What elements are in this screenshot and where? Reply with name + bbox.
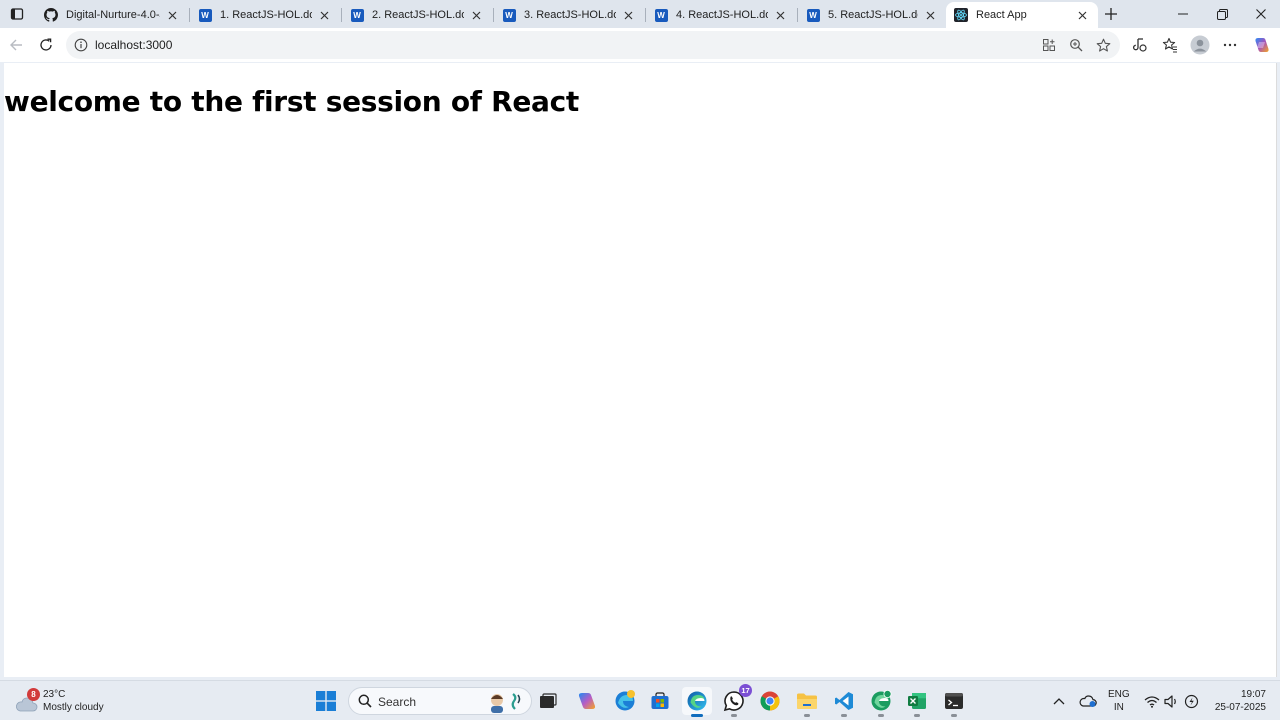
edge-profile-icon[interactable] bbox=[866, 687, 896, 717]
new-tab-icon[interactable] bbox=[1100, 4, 1122, 24]
running-indicator bbox=[731, 714, 737, 717]
active-indicator bbox=[691, 714, 703, 717]
profile-avatar[interactable] bbox=[1189, 34, 1211, 56]
word-icon: W bbox=[654, 8, 668, 22]
tab-doc-1[interactable]: W 1. ReactJS-HOL.docx bbox=[190, 2, 340, 28]
search-icon bbox=[358, 694, 372, 708]
region-code: IN bbox=[1113, 702, 1124, 713]
notification-count: 17 bbox=[739, 684, 752, 697]
running-indicator bbox=[804, 714, 810, 717]
word-icon: W bbox=[350, 8, 364, 22]
weather-widget[interactable]: 8 23°C Mostly cloudy bbox=[14, 686, 104, 716]
running-indicator bbox=[878, 714, 884, 717]
tab-title: 1. ReactJS-HOL.docx bbox=[220, 9, 312, 21]
tab-title: React App bbox=[976, 9, 1027, 21]
close-tab-icon[interactable] bbox=[1074, 7, 1090, 23]
minimize-icon[interactable] bbox=[1164, 2, 1202, 26]
chrome-icon[interactable] bbox=[755, 687, 785, 715]
show-hidden-icons-chevron-icon[interactable] bbox=[1047, 687, 1071, 715]
cloud-icon: 8 bbox=[14, 688, 40, 712]
search-label: Search bbox=[378, 695, 417, 709]
tab-doc-3[interactable]: W 3. ReactJS-HOL.docx bbox=[494, 2, 644, 28]
close-window-icon[interactable] bbox=[1242, 2, 1280, 26]
back-arrow-icon[interactable] bbox=[4, 33, 28, 57]
taskbar-search[interactable]: Search bbox=[348, 687, 532, 715]
windows-taskbar: 8 23°C Mostly cloudy Search 17 ENG IN 19… bbox=[0, 680, 1280, 720]
tab-title: 4. ReactJS-HOL.docx bbox=[676, 9, 768, 21]
close-tab-icon[interactable] bbox=[316, 7, 332, 23]
react-icon bbox=[954, 8, 968, 22]
edge-dev-icon[interactable] bbox=[610, 687, 640, 715]
clock-date: 25-07-2025 bbox=[1214, 702, 1266, 713]
tab-strip: Digital-Nurture-4.0-Jav W 1. ReactJS-HOL… bbox=[0, 0, 1280, 28]
weather-condition: Mostly cloudy bbox=[43, 702, 104, 713]
zoom-icon[interactable] bbox=[1067, 36, 1085, 54]
page-viewport: welcome to the first session of React bbox=[4, 63, 1277, 677]
copilot-icon[interactable] bbox=[572, 687, 602, 715]
tab-react-app[interactable]: React App bbox=[946, 2, 1098, 28]
copilot-icon[interactable] bbox=[1251, 34, 1273, 56]
tab-github[interactable]: Digital-Nurture-4.0-Jav bbox=[36, 2, 188, 28]
system-clock[interactable]: 19:07 25-07-2025 bbox=[1215, 688, 1266, 714]
close-tab-icon[interactable] bbox=[164, 7, 180, 23]
browser-essentials-icon[interactable] bbox=[1129, 34, 1151, 56]
word-icon: W bbox=[198, 8, 212, 22]
restore-icon[interactable] bbox=[1203, 2, 1241, 26]
running-indicator bbox=[841, 714, 847, 717]
windows-start-icon[interactable] bbox=[313, 689, 339, 713]
app-available-icon[interactable] bbox=[1040, 36, 1058, 54]
close-tab-icon[interactable] bbox=[620, 7, 636, 23]
refresh-icon[interactable] bbox=[34, 33, 58, 57]
whatsapp-icon[interactable]: 17 bbox=[719, 684, 752, 717]
weather-temp: 23°C bbox=[43, 689, 66, 700]
battery-icon[interactable] bbox=[1180, 687, 1202, 715]
close-tab-icon[interactable] bbox=[922, 7, 938, 23]
word-icon: W bbox=[502, 8, 516, 22]
running-indicator bbox=[914, 714, 920, 717]
address-bar[interactable]: localhost:3000 bbox=[66, 31, 1120, 59]
browser-toolbar: localhost:3000 bbox=[0, 28, 1280, 62]
github-icon bbox=[44, 8, 58, 22]
favorites-icon[interactable] bbox=[1159, 34, 1181, 56]
volume-icon[interactable] bbox=[1160, 687, 1182, 715]
page-heading: welcome to the first session of React bbox=[4, 85, 580, 118]
tab-title: 3. ReactJS-HOL.docx bbox=[524, 9, 616, 21]
tab-title: 5. ReactJS-HOL.docx bbox=[828, 9, 918, 21]
task-view-icon[interactable] bbox=[533, 687, 563, 715]
terminal-icon[interactable] bbox=[939, 687, 969, 717]
tab-doc-5[interactable]: W 5. ReactJS-HOL.docx bbox=[798, 2, 946, 28]
edge-icon[interactable] bbox=[682, 687, 712, 717]
favorite-star-icon[interactable] bbox=[1094, 36, 1112, 54]
tab-doc-2[interactable]: W 2. ReactJS-HOL.docx bbox=[342, 2, 492, 28]
tab-title: 2. ReactJS-HOL.docx bbox=[372, 9, 464, 21]
clock-time: 19:07 bbox=[1240, 689, 1266, 700]
word-icon: W bbox=[806, 8, 820, 22]
onedrive-icon[interactable] bbox=[1075, 687, 1101, 715]
site-info-icon[interactable] bbox=[74, 38, 88, 52]
weather-alert-badge: 8 bbox=[27, 688, 40, 701]
language-code: ENG bbox=[1108, 689, 1130, 700]
folder-icon[interactable] bbox=[792, 687, 822, 717]
address-url[interactable]: localhost:3000 bbox=[95, 38, 172, 52]
input-language[interactable]: ENG IN bbox=[1108, 688, 1130, 714]
vscode-icon[interactable] bbox=[829, 687, 859, 717]
close-tab-icon[interactable] bbox=[468, 7, 484, 23]
search-highlight-icon bbox=[487, 691, 527, 713]
tab-actions-icon[interactable] bbox=[6, 4, 28, 24]
more-options-icon[interactable] bbox=[1219, 34, 1241, 56]
excel-icon[interactable] bbox=[902, 687, 932, 717]
store-icon[interactable] bbox=[645, 687, 675, 715]
running-indicator bbox=[951, 714, 957, 717]
tab-title: Digital-Nurture-4.0-Jav bbox=[66, 9, 160, 21]
close-tab-icon[interactable] bbox=[772, 7, 788, 23]
tab-doc-4[interactable]: W 4. ReactJS-HOL.docx bbox=[646, 2, 796, 28]
